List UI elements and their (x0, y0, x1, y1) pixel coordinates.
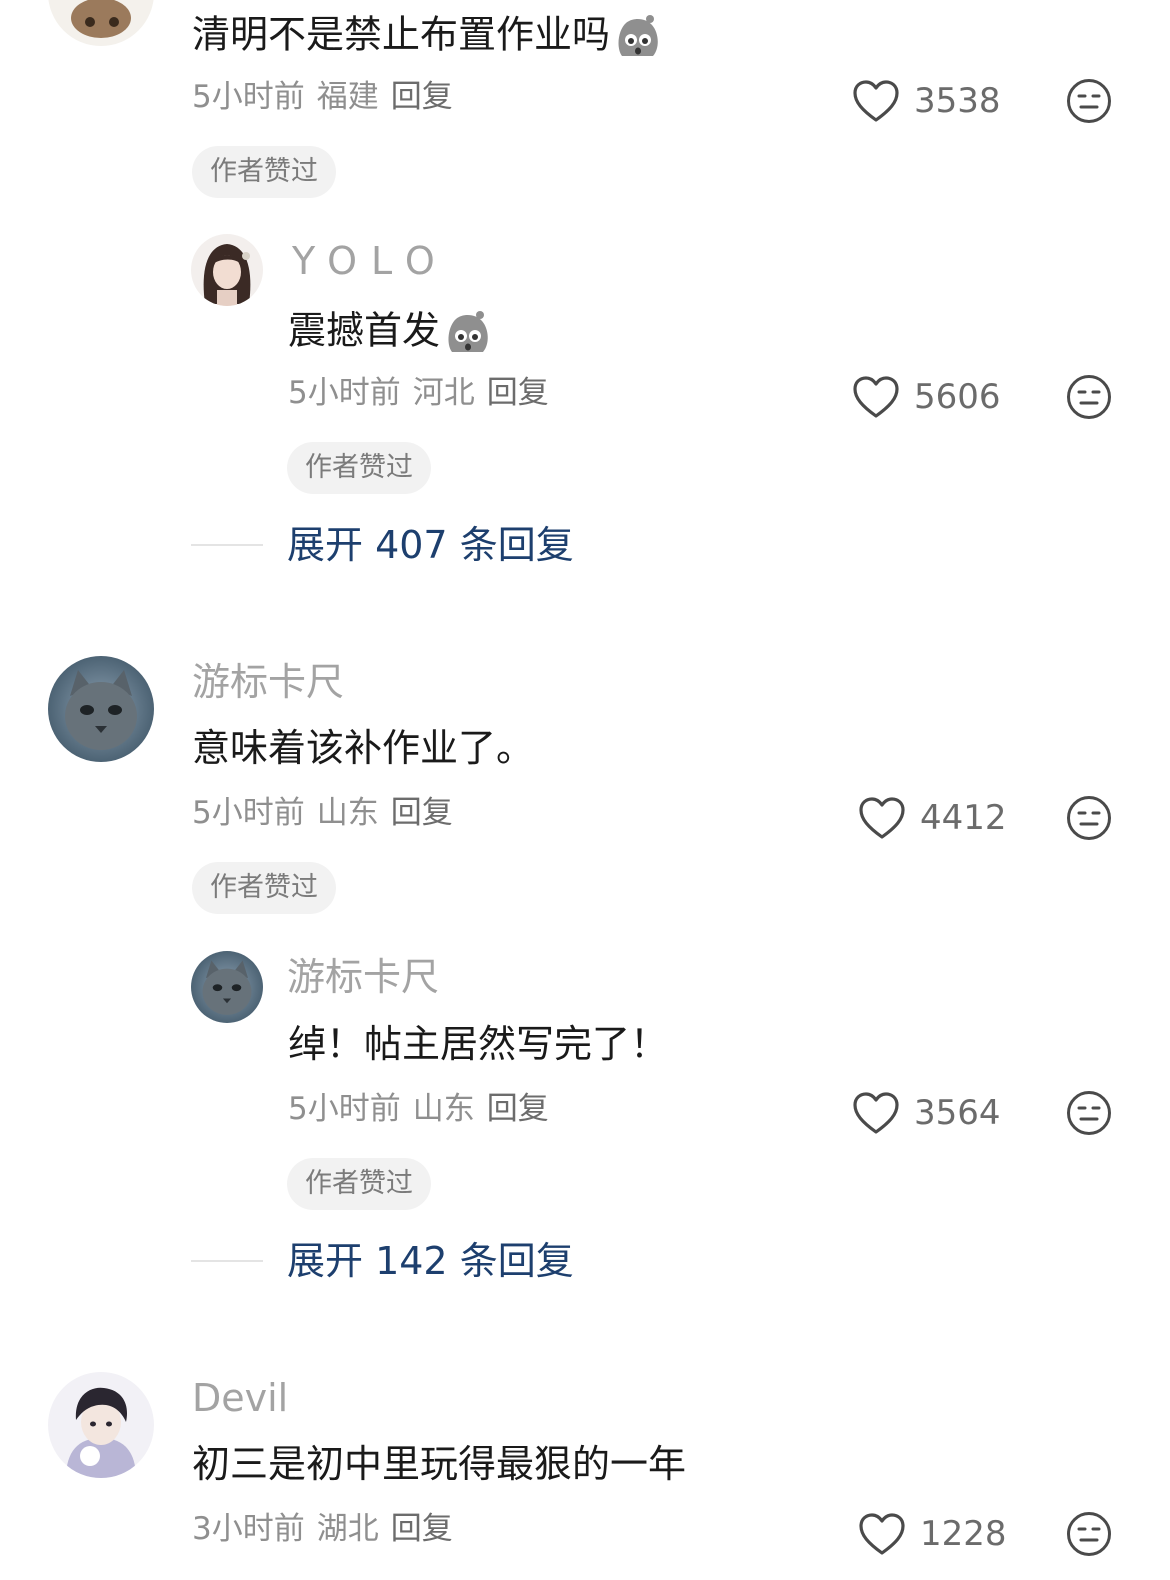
commenter-username[interactable]: 游标卡尺 (192, 663, 344, 701)
comment-text: 清明不是禁止布置作业吗 (192, 12, 662, 62)
reply-meta: 5小时前 山东 回复 (288, 1094, 561, 1125)
reply-avatar[interactable] (191, 234, 263, 306)
commenter-avatar[interactable] (48, 656, 154, 762)
like-count: 4412 (920, 798, 1007, 838)
reply-region: 山东 (412, 1091, 475, 1127)
comment-time: 3小时前 (192, 1511, 305, 1547)
author-liked-badge: 作者赞过 (287, 442, 431, 494)
reply-button[interactable]: 回复 (391, 1511, 453, 1547)
neutral-face-icon[interactable] (1066, 1511, 1112, 1557)
neutral-face-icon[interactable] (1066, 374, 1112, 420)
comment-meta: 5小时前 山东 回复 (192, 798, 465, 829)
like-button[interactable]: 3538 (852, 76, 1001, 126)
reply-text: 绰！帖主居然写完了！ (288, 1022, 669, 1066)
comment-region: 山东 (316, 795, 379, 831)
comment-text: 意味着该补作业了。 (192, 726, 535, 770)
reply-region: 河北 (412, 375, 475, 411)
like-count: 3564 (914, 1093, 1001, 1133)
expand-replies-link[interactable]: 展开 407 条回复 (287, 526, 574, 564)
like-button[interactable]: 3564 (852, 1088, 1001, 1138)
shocked-face-emoji-icon (612, 12, 662, 62)
commenter-avatar[interactable] (48, 0, 154, 46)
shocked-face-emoji-icon (442, 308, 492, 358)
reply-text: 震撼首发 (288, 308, 492, 358)
comment-meta: 3小时前 湖北 回复 (192, 1514, 465, 1545)
like-count: 1228 (920, 1514, 1007, 1554)
like-button[interactable]: 5606 (852, 372, 1001, 422)
comment-text: 初三是初中里玩得最狠的一年 (192, 1442, 687, 1486)
reply-time: 5小时前 (288, 375, 401, 411)
reply-button[interactable]: 回复 (391, 795, 453, 831)
heart-outline-icon (852, 1091, 900, 1135)
expand-replies-link[interactable]: 展开 142 条回复 (287, 1242, 574, 1280)
heart-outline-icon (858, 796, 906, 840)
reply-button[interactable]: 回复 (487, 1091, 549, 1127)
comment-meta: 5小时前 福建 回复 (192, 82, 465, 113)
expand-divider (191, 544, 263, 546)
heart-outline-icon (852, 79, 900, 123)
reply-meta: 5小时前 河北 回复 (288, 378, 561, 409)
reply-avatar[interactable] (191, 951, 263, 1023)
like-button[interactable]: 1228 (858, 1509, 1007, 1559)
reply-button[interactable]: 回复 (391, 79, 453, 115)
expand-divider (191, 1260, 263, 1262)
neutral-face-icon[interactable] (1066, 1090, 1112, 1136)
comment-region: 湖北 (316, 1511, 379, 1547)
neutral-face-icon[interactable] (1066, 795, 1112, 841)
neutral-face-icon[interactable] (1066, 78, 1112, 124)
comment-region: 福建 (316, 79, 379, 115)
comment-time: 5小时前 (192, 79, 305, 115)
like-button[interactable]: 4412 (858, 793, 1007, 843)
like-count: 3538 (914, 81, 1001, 121)
author-liked-badge: 作者赞过 (192, 146, 336, 198)
commenter-avatar[interactable] (48, 1372, 154, 1478)
reply-button[interactable]: 回复 (487, 375, 549, 411)
heart-outline-icon (858, 1512, 906, 1556)
reply-time: 5小时前 (288, 1091, 401, 1127)
heart-outline-icon (852, 375, 900, 419)
commenter-username[interactable]: Devil (192, 1379, 288, 1417)
reply-username[interactable]: 游标卡尺 (287, 958, 439, 996)
author-liked-badge: 作者赞过 (287, 1158, 431, 1210)
author-liked-badge: 作者赞过 (192, 862, 336, 914)
comment-time: 5小时前 (192, 795, 305, 831)
reply-username[interactable]: YOLO (292, 242, 449, 280)
like-count: 5606 (914, 377, 1001, 417)
